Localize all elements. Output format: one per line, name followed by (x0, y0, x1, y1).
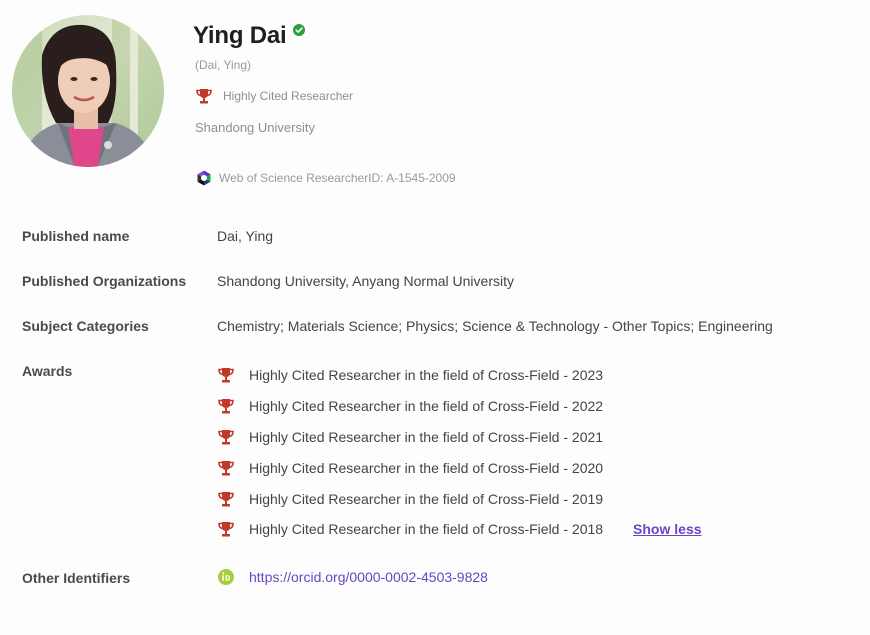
affiliation: Shandong University (195, 120, 315, 135)
award-text: Highly Cited Researcher in the field of … (249, 459, 604, 476)
trophy-icon (218, 522, 234, 537)
orcid-link[interactable]: https://orcid.org/0000-0002-4503-9828 (249, 569, 488, 585)
alternate-name: (Dai, Ying) (195, 58, 252, 72)
awards-list: Highly Cited Researcher in the field of … (217, 360, 837, 545)
award-item: Highly Cited Researcher in the field of … (217, 483, 837, 514)
trophy-icon (218, 368, 234, 383)
award-item: Highly Cited Researcher in the field of … (217, 514, 837, 545)
other-identifiers-label: Other Identifiers (22, 570, 131, 586)
verified-check-icon (292, 24, 305, 36)
subject-categories-value: Chemistry; Materials Science; Physics; S… (217, 318, 773, 334)
researcher-id-row: Web of Science ResearcherID: A-1545-2009 (195, 169, 456, 187)
highly-cited-badge: Highly Cited Researcher (195, 87, 353, 105)
awards-label: Awards (22, 363, 73, 379)
award-text: Highly Cited Researcher in the field of … (249, 428, 604, 445)
highly-cited-label: Highly Cited Researcher (223, 89, 354, 103)
award-item: Highly Cited Researcher in the field of … (217, 452, 837, 483)
name-row: Ying Dai (193, 19, 305, 53)
trophy-icon (218, 460, 234, 476)
award-item: Highly Cited Researcher in the field of … (217, 391, 837, 422)
published-name-label: Published name (22, 228, 130, 244)
researcher-id: Web of Science ResearcherID: A-1545-2009 (219, 171, 456, 185)
published-orgs-label: Published Organizations (22, 273, 187, 289)
trophy-icon (218, 429, 234, 445)
award-text: Highly Cited Researcher in the field of … (249, 367, 604, 384)
published-name-value: Dai, Ying (217, 228, 274, 244)
award-item: Highly Cited Researcher in the field of … (217, 422, 837, 453)
web-of-science-icon (197, 170, 211, 186)
trophy-icon (218, 491, 234, 507)
researcher-name: Ying Dai (193, 22, 287, 49)
award-text: Highly Cited Researcher in the field of … (249, 521, 604, 538)
researcher-profile: Ying Dai (Dai, Ying) Highly Cited Resear… (0, 0, 870, 635)
orcid-icon (218, 569, 234, 585)
published-orgs-value: Shandong University, Anyang Normal Unive… (217, 273, 514, 289)
show-less-link[interactable]: Show less (633, 521, 701, 537)
trophy-icon (196, 89, 212, 104)
award-text: Highly Cited Researcher in the field of … (249, 490, 604, 507)
avatar (12, 15, 164, 167)
orcid-row: https://orcid.org/0000-0002-4503-9828 (217, 568, 488, 586)
trophy-icon (218, 399, 234, 414)
subject-categories-label: Subject Categories (22, 318, 149, 334)
award-item: Highly Cited Researcher in the field of … (217, 360, 837, 391)
award-text: Highly Cited Researcher in the field of … (249, 398, 604, 415)
